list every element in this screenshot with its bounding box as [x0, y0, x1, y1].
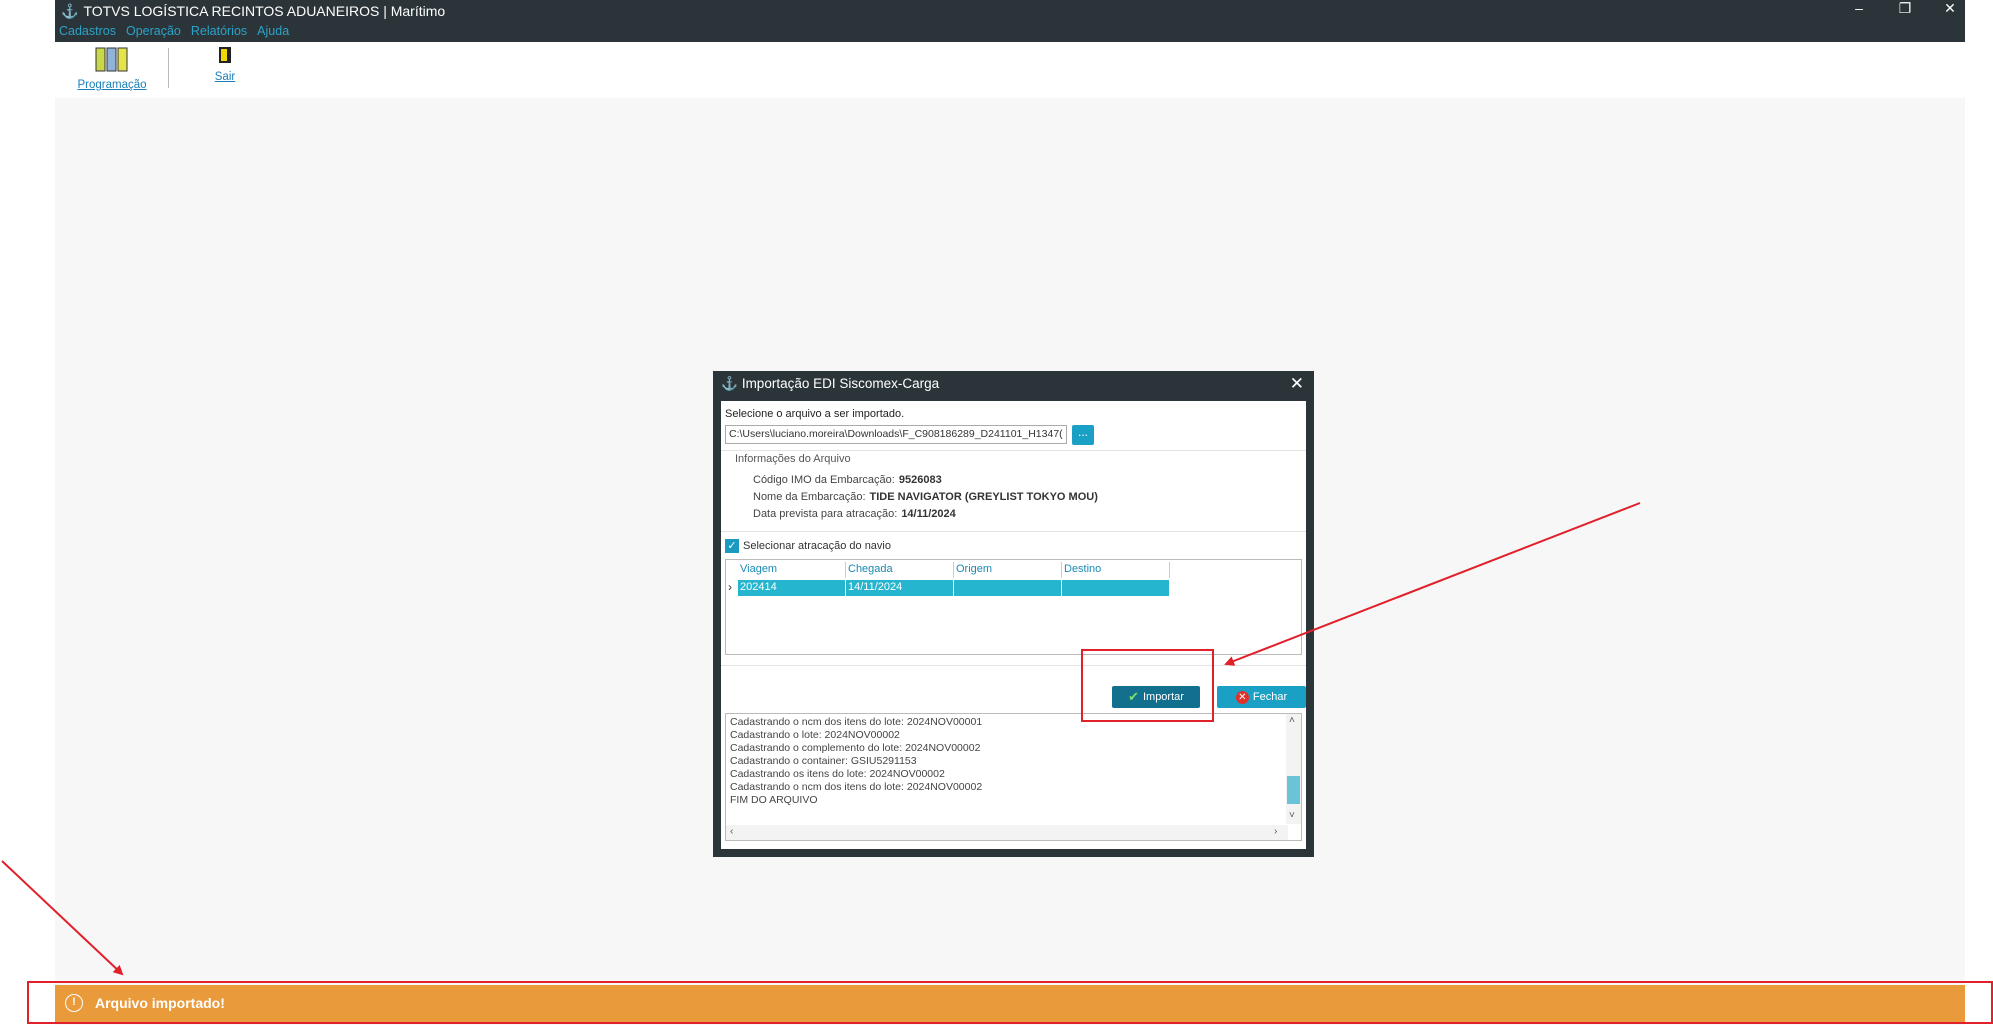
- arrow-to-import: [1224, 502, 1641, 666]
- annotation-arrows: [1, 502, 1641, 976]
- arrow-to-toast: [1, 860, 124, 976]
